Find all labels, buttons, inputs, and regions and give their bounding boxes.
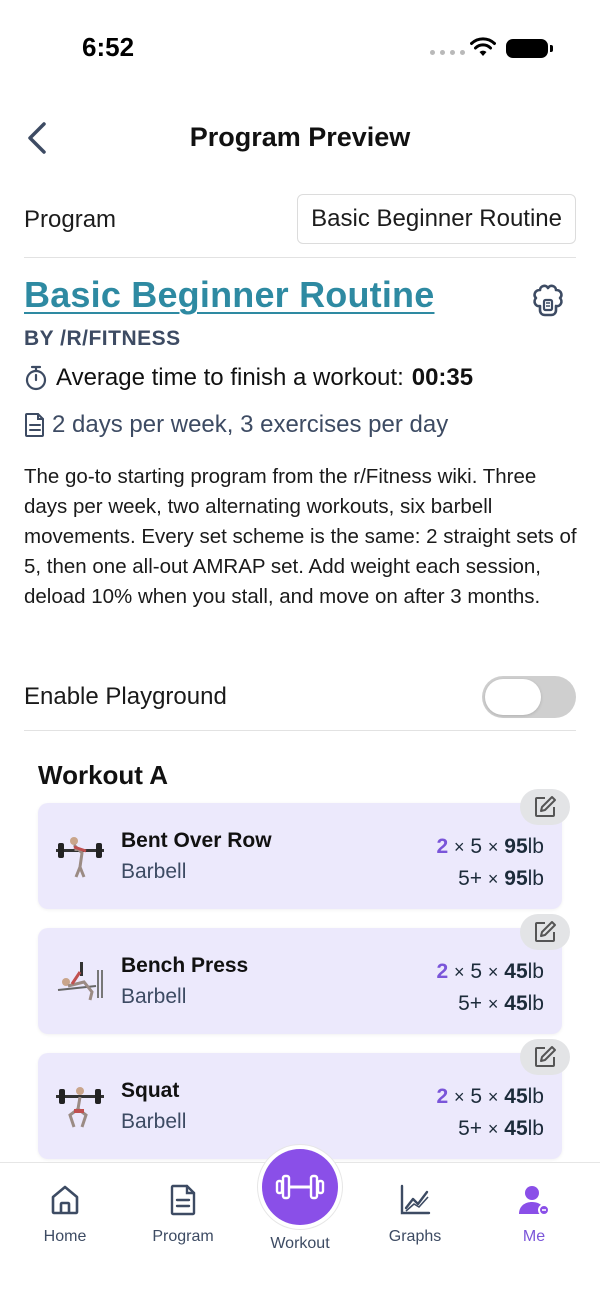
exercise-equipment: Barbell xyxy=(121,860,187,883)
battery-icon xyxy=(506,39,553,58)
stopwatch-icon xyxy=(25,365,47,391)
tab-workout[interactable] xyxy=(258,1145,342,1229)
exercise-sets: 2 × 5 × 45lb 5+ × 45lb xyxy=(436,960,545,1015)
exercise-equipment: Barbell xyxy=(121,1110,187,1133)
days-text: 2 days per week, 3 exercises per day xyxy=(52,411,449,438)
tab-me[interactable]: Me xyxy=(484,1183,584,1246)
status-bar: 6:52 xyxy=(0,0,600,96)
exercise-equipment: Barbell xyxy=(121,985,187,1008)
edit-icon xyxy=(535,1046,556,1067)
tab-home[interactable]: Home xyxy=(15,1183,115,1246)
playground-toggle[interactable] xyxy=(482,676,576,718)
tab-workout-label: Workout xyxy=(270,1235,330,1252)
exercise-name: Bent Over Row xyxy=(121,829,272,852)
tab-graphs[interactable]: Graphs xyxy=(365,1183,465,1246)
wifi-icon xyxy=(470,37,496,56)
document-icon xyxy=(25,413,44,437)
status-time: 6:52 xyxy=(82,32,135,62)
program-icon xyxy=(170,1184,196,1216)
signal-icon xyxy=(430,50,465,55)
exercise-card[interactable]: Bench Press Barbell 2 × 5 × 45lb 5+ × 45… xyxy=(38,914,570,1034)
program-select-row: Program Basic Beginner Routine xyxy=(24,194,576,246)
nav-header: Program Preview xyxy=(0,108,600,168)
exercise-thumbnail xyxy=(57,962,103,1001)
exercise-thumbnail xyxy=(56,837,104,878)
exercise-thumbnail xyxy=(56,1087,104,1128)
program-description: The go-to starting program from the r/Fi… xyxy=(24,465,577,608)
program-name-link[interactable]: Basic Beginner Routine xyxy=(24,274,434,316)
divider xyxy=(24,257,576,258)
profile-icon xyxy=(519,1186,550,1216)
exercise-name: Bench Press xyxy=(121,954,249,977)
exercise-sets: 2 × 5 × 45lb 5+ × 45lb xyxy=(436,1085,545,1140)
program-author: BY /R/FITNESS xyxy=(24,327,181,350)
exercise-card[interactable]: Squat Barbell 2 × 5 × 45lb 5+ × 45lb xyxy=(38,1039,570,1159)
exercise-sets: 2 × 5 × 95lb 5+ × 95lb xyxy=(436,835,545,890)
days-row: 2 days per week, 3 exercises per day xyxy=(24,411,448,439)
toggle-knob xyxy=(485,679,541,715)
tab-bar: Home Program Workout Graphs Me xyxy=(0,1145,600,1304)
tab-program[interactable]: Program xyxy=(133,1183,233,1246)
tab-me-label: Me xyxy=(522,1228,546,1245)
program-label: Program xyxy=(24,206,117,233)
exercise-card[interactable]: Bent Over Row Barbell 2 × 5 × 95lb 5+ × … xyxy=(38,789,570,909)
brain-icon[interactable] xyxy=(530,282,566,318)
edit-button[interactable] xyxy=(520,914,570,950)
average-time-value: 00:35 xyxy=(411,364,474,391)
page-title: Program Preview xyxy=(189,122,411,152)
workout-title: Workout A xyxy=(38,760,168,790)
program-select[interactable]: Basic Beginner Routine xyxy=(297,194,576,244)
edit-button[interactable] xyxy=(520,789,570,825)
average-time-label: Average time to finish a workout: xyxy=(56,364,404,391)
exercise-name: Squat xyxy=(121,1079,180,1102)
average-time-row: Average time to finish a workout: 00:35 xyxy=(24,364,473,392)
edit-button[interactable] xyxy=(520,1039,570,1075)
graph-icon xyxy=(400,1184,431,1215)
dumbbell-icon xyxy=(275,1174,325,1200)
home-icon xyxy=(51,1185,79,1215)
workout-fab[interactable] xyxy=(262,1149,338,1225)
edit-icon xyxy=(535,921,556,942)
edit-icon xyxy=(535,796,556,817)
playground-row: Enable Playground xyxy=(24,676,576,718)
playground-label: Enable Playground xyxy=(24,683,227,710)
tab-home-label: Home xyxy=(43,1228,87,1245)
divider xyxy=(24,730,576,731)
tab-program-label: Program xyxy=(152,1228,214,1245)
tab-graphs-label: Graphs xyxy=(388,1228,442,1245)
